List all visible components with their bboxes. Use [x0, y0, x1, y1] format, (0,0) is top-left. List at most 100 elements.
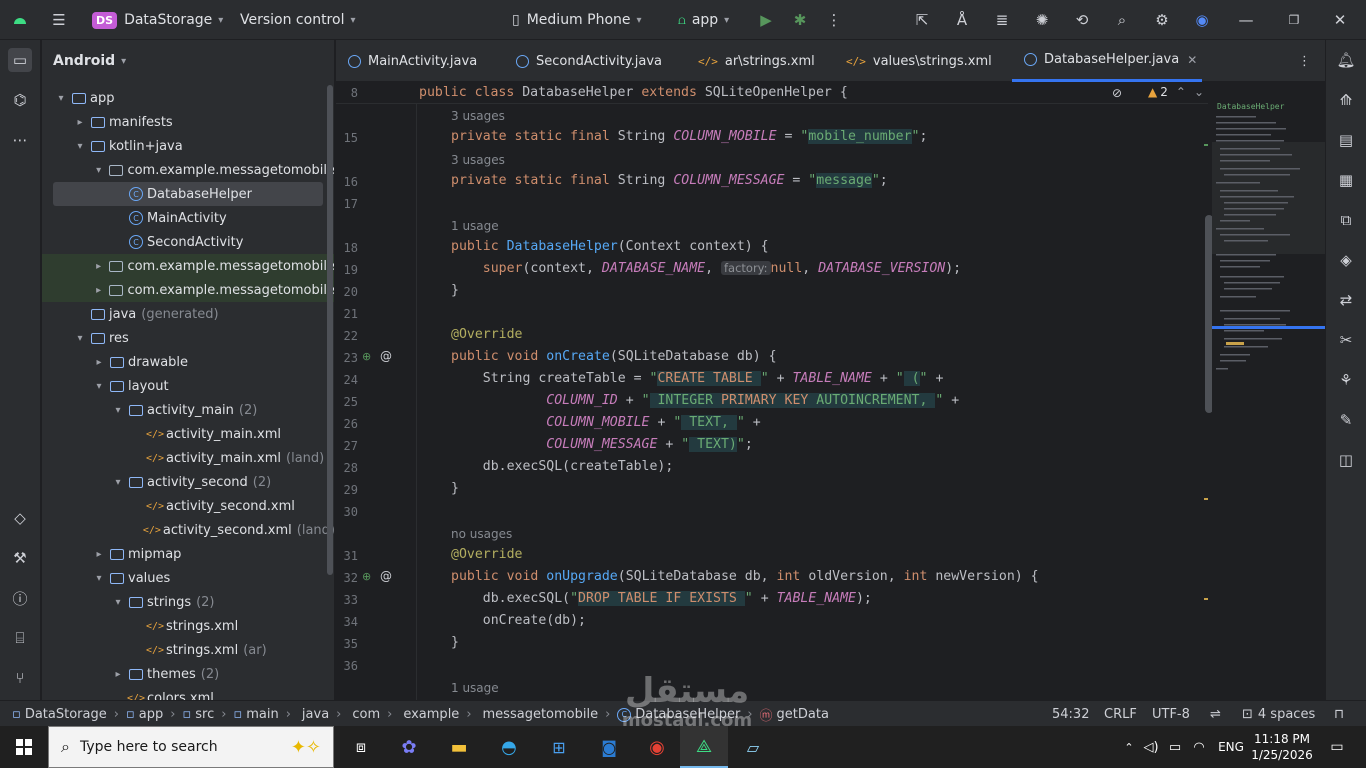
tree-item[interactable]: ▾ app	[42, 86, 334, 110]
plugin-icon[interactable]: ⚘	[1334, 368, 1358, 392]
breadcrumb-item[interactable]: java	[302, 707, 329, 722]
tree-item[interactable]: ▾ layout	[42, 374, 334, 398]
reader-mode-icon[interactable]: ⊘	[1112, 86, 1122, 100]
windows-start-icon[interactable]	[0, 726, 48, 768]
format-icon[interactable]: ⇌	[1210, 701, 1221, 727]
tree-item[interactable]: ▾ strings (2)	[42, 590, 334, 614]
settings-gear-icon[interactable]: ⚙	[1150, 8, 1174, 32]
tab-mainactivity[interactable]: MainActivity.java	[348, 40, 477, 82]
debug-icon[interactable]: ✱	[788, 8, 812, 32]
minimize-icon[interactable]: —	[1234, 8, 1258, 32]
layout-inspector-icon[interactable]: ⇱	[910, 8, 934, 32]
tree-item[interactable]: </> activity_second.xml	[42, 494, 334, 518]
show-hidden-icons[interactable]: ⌃	[1120, 726, 1138, 768]
resource-manager-icon[interactable]: ⌬	[8, 88, 32, 112]
tree-item[interactable]: </> activity_main.xml (land)	[42, 446, 334, 470]
notepad-icon[interactable]: ▱	[738, 726, 768, 768]
breadcrumb-item[interactable]: example	[403, 707, 459, 722]
tree-item[interactable]: </> activity_main.xml	[42, 422, 334, 446]
chevron-right-icon[interactable]: ▸	[92, 549, 106, 560]
chevron-right-icon[interactable]: ▸	[73, 117, 87, 128]
breadcrumb-item[interactable]: com	[352, 707, 380, 722]
git-icon[interactable]: ⑂	[8, 666, 32, 690]
device-explorer-icon[interactable]: ▦	[1334, 168, 1358, 192]
tree-item[interactable]: </> activity_second.xml (land)	[42, 518, 334, 542]
override-gutter-icon[interactable]: ⊕	[362, 570, 371, 583]
chevron-down-icon[interactable]: ▾	[73, 333, 87, 344]
running-devices-icon[interactable]: ⧉	[1334, 208, 1358, 232]
code-editor[interactable]: 8 public class DatabaseHelper extends SQ…	[336, 82, 1208, 700]
tree-item[interactable]: ▾ res	[42, 326, 334, 350]
copilot-icon[interactable]: ✿	[394, 726, 424, 768]
gemini-chat-icon[interactable]: ◈	[1334, 248, 1358, 272]
volume-icon[interactable]: ◁)	[1142, 726, 1160, 768]
breadcrumb-item[interactable]: app	[139, 707, 163, 722]
notifications-icon[interactable]: 🔔︎	[1334, 48, 1358, 72]
device-selector[interactable]: ▯ Medium Phone ▾	[512, 0, 642, 40]
tab-secondactivity[interactable]: SecondActivity.java	[516, 40, 662, 82]
vcs-selector[interactable]: Version control ▾	[240, 0, 356, 40]
chevron-down-icon[interactable]: ▾	[111, 405, 125, 416]
tree-item[interactable]: ▾ activity_second (2)	[42, 470, 334, 494]
tree-item[interactable]: ▾ kotlin+java	[42, 134, 334, 158]
annotation-gutter-icon[interactable]: @	[380, 349, 392, 363]
tree-item[interactable]: C SecondActivity	[42, 230, 334, 254]
tree-item[interactable]: ▾ values	[42, 566, 334, 590]
taskbar-search-box[interactable]: ⌕ Type here to search ✦✧	[48, 726, 334, 768]
tree-item[interactable]: C DatabaseHelper	[53, 182, 323, 206]
tree-item[interactable]: </> colors.xml	[42, 686, 334, 701]
chevron-right-icon[interactable]: ▸	[111, 669, 125, 680]
tree-item[interactable]: ▾ activity_main (2)	[42, 398, 334, 422]
tab-ar-strings[interactable]: </> ar\strings.xml	[698, 40, 815, 82]
restore-icon[interactable]: ❐	[1282, 8, 1306, 32]
chevron-down-icon[interactable]: ▾	[92, 165, 106, 176]
account-icon[interactable]: ◉	[1190, 8, 1214, 32]
readonly-lock-icon[interactable]: ⊓	[1334, 701, 1344, 727]
tree-item[interactable]: ▸ themes (2)	[42, 662, 334, 686]
main-menu-icon[interactable]: ☰	[47, 8, 71, 32]
tree-item[interactable]: java (generated)	[42, 302, 334, 326]
problems-icon[interactable]: ⓘ	[8, 586, 32, 610]
chevron-down-icon[interactable]: ▾	[92, 381, 106, 392]
bug-icon[interactable]: ✺	[1030, 8, 1054, 32]
outlook-icon[interactable]: ◙	[594, 726, 624, 768]
tab-databasehelper[interactable]: DatabaseHelper.java ✕	[1012, 40, 1202, 82]
clock[interactable]: 11:18 PM 1/25/2026	[1250, 726, 1314, 768]
breadcrumb-item[interactable]: src	[195, 707, 214, 722]
project-selector[interactable]: DS DataStorage ▾	[92, 0, 223, 40]
more-actions-icon[interactable]: ⋮	[822, 8, 846, 32]
preview-icon[interactable]: ◫	[1334, 448, 1358, 472]
chevron-down-icon[interactable]: ▾	[111, 477, 125, 488]
search-icon[interactable]: ⌕	[1110, 8, 1134, 32]
annotation-gutter-icon[interactable]: @	[380, 569, 392, 583]
tools-icon[interactable]: ✂	[1334, 328, 1358, 352]
chevron-down-icon[interactable]: ▾	[92, 573, 106, 584]
override-gutter-icon[interactable]: ⊕	[362, 350, 371, 363]
android-studio-taskbar-icon[interactable]: ⟁	[680, 726, 728, 768]
logcat-icon[interactable]: ≣	[990, 8, 1014, 32]
api-link-icon[interactable]: ⇄	[1334, 288, 1358, 312]
run-config-selector[interactable]: ⩍ app ▾	[678, 0, 729, 40]
tree-item[interactable]: C MainActivity	[42, 206, 334, 230]
tab-values-strings[interactable]: </> values\strings.xml	[846, 40, 992, 82]
store-icon[interactable]: ⊞	[544, 726, 574, 768]
tree-item[interactable]: ▸ manifests	[42, 110, 334, 134]
gemini-icon[interactable]: ◇	[8, 506, 32, 530]
notification-center-icon[interactable]: ▭	[1322, 726, 1352, 768]
breadcrumb-item[interactable]: DatabaseHelper	[635, 707, 740, 722]
gradle-icon[interactable]: ⟰	[1334, 88, 1358, 112]
indent-setting[interactable]: ⊡ 4 spaces	[1242, 701, 1315, 727]
battery-icon[interactable]: ▭	[1166, 726, 1184, 768]
breadcrumb-item[interactable]: main	[246, 707, 278, 722]
project-view-selector[interactable]: Android ▾	[53, 40, 126, 82]
edit-icon[interactable]: ✎	[1334, 408, 1358, 432]
language-indicator[interactable]: ENG	[1216, 726, 1246, 768]
chevron-down-icon[interactable]: ▾	[54, 93, 68, 104]
more-tools-icon[interactable]: ⋯	[8, 128, 32, 152]
file-encoding[interactable]: UTF-8	[1152, 701, 1190, 727]
breadcrumb-item[interactable]: DataStorage	[25, 707, 107, 722]
tree-item[interactable]: ▾ com.example.messagetomobile	[42, 158, 334, 182]
caret-position[interactable]: 54:32	[1052, 701, 1089, 727]
tab-options-icon[interactable]: ⋮	[1298, 40, 1311, 82]
sync-icon[interactable]: ⟲	[1070, 8, 1094, 32]
